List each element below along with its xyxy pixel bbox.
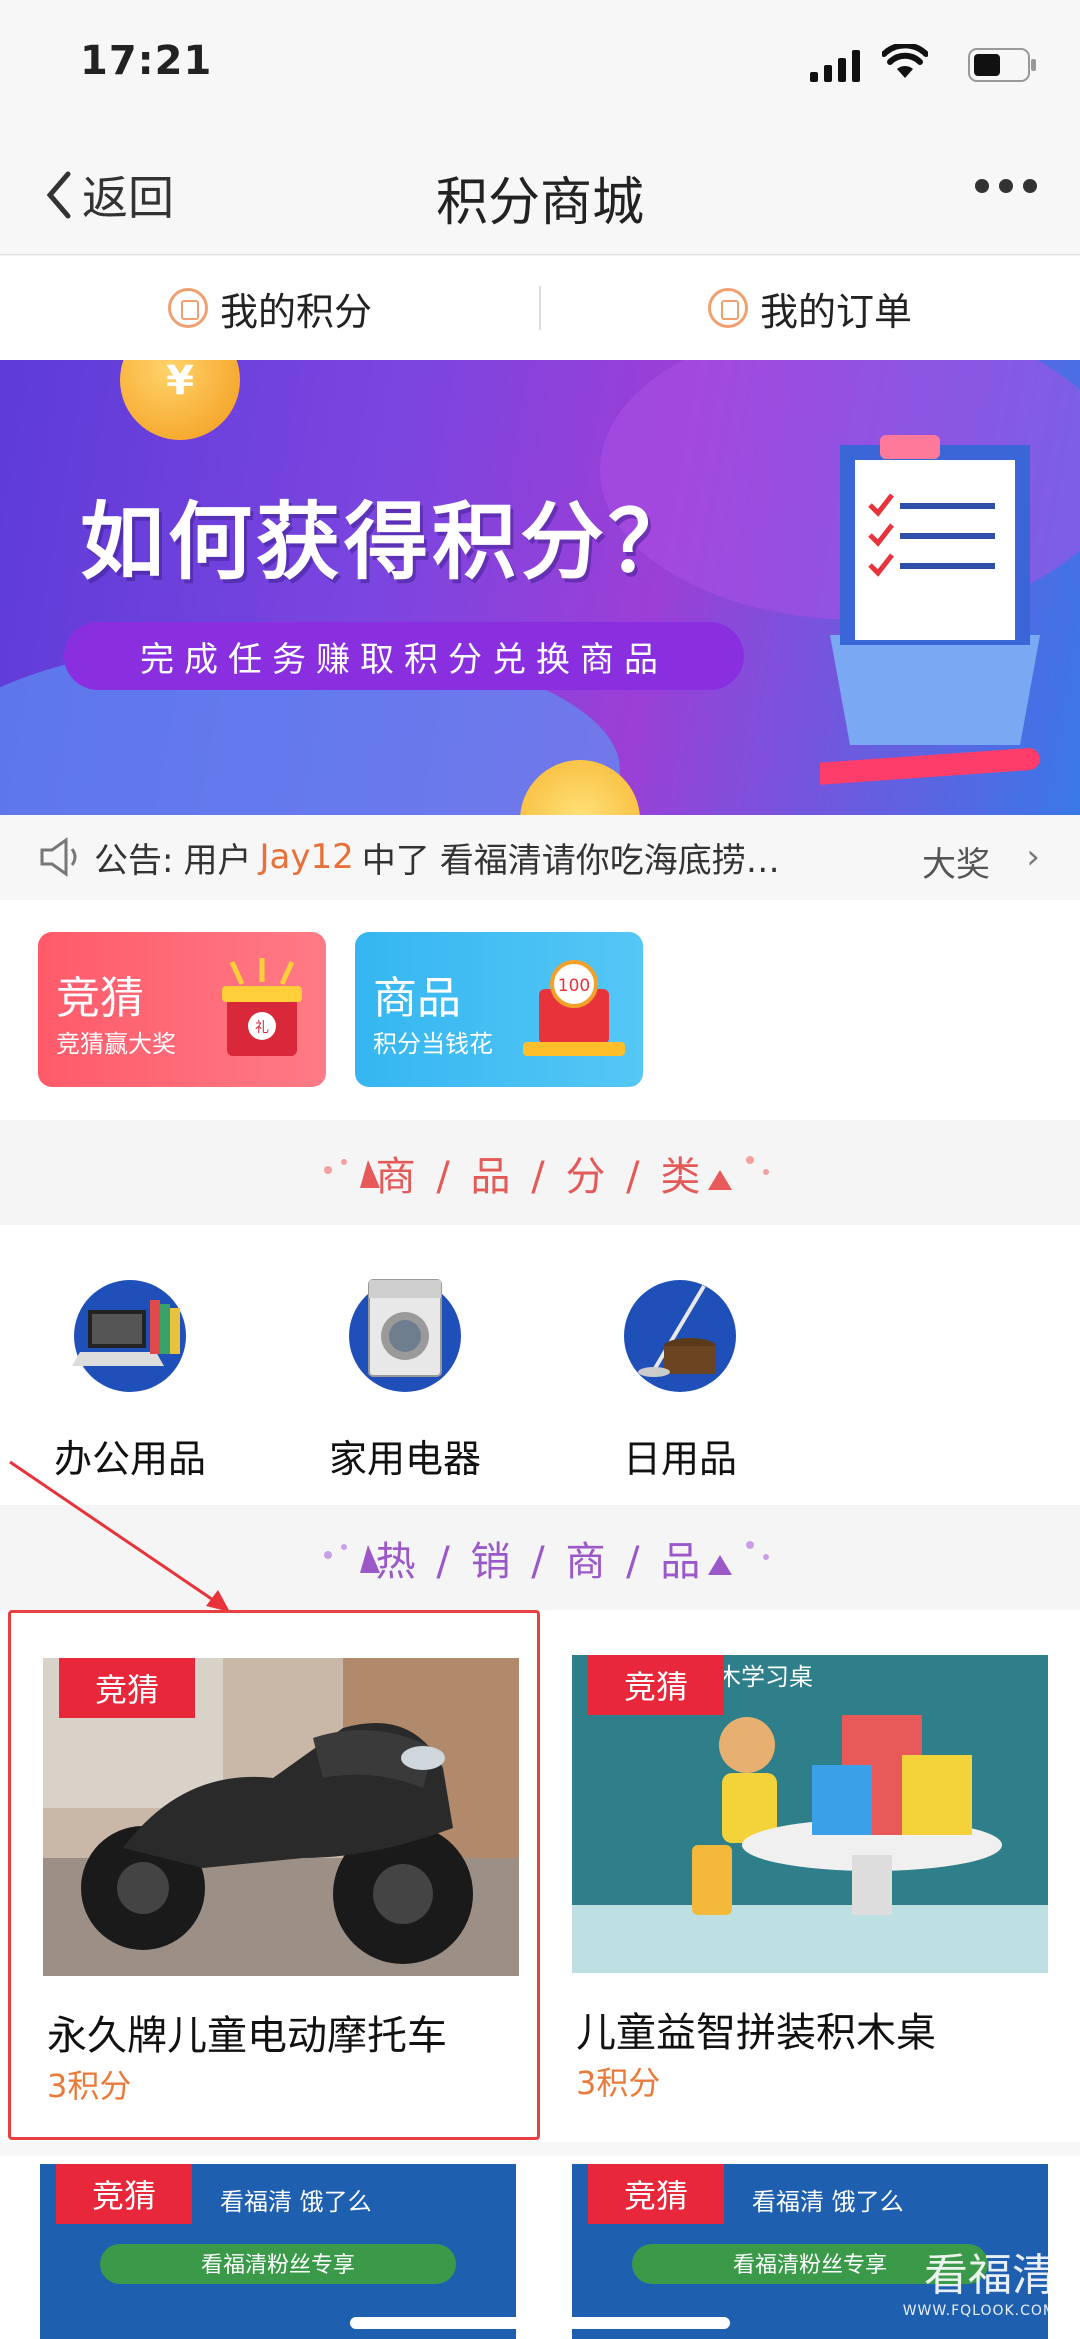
section-title-text: 热 / 销 / 商 / 品	[375, 1538, 705, 1585]
status-bar: 17:21	[0, 0, 1080, 140]
banner-headline: 如何获得积分？	[80, 493, 697, 591]
category-item-office[interactable]: 办公用品	[10, 1280, 250, 1483]
speaker-icon	[40, 837, 77, 877]
notice-username: Jay12	[259, 837, 354, 877]
office-supplies-icon	[72, 1280, 186, 1392]
watermark-brand: 看福清	[924, 2250, 1056, 2301]
decor-icon	[324, 1544, 380, 1573]
decor-icon	[324, 1159, 380, 1188]
category-label: 日用品	[622, 1437, 737, 1481]
product-name: 儿童益智拼装积木桌	[576, 2010, 936, 2056]
section-title-text: 商 / 品 / 分 / 类	[375, 1153, 705, 1200]
cellular-signal-icon	[810, 50, 860, 82]
tab-my-orders[interactable]: 我的订单	[540, 256, 1080, 360]
watermark: 看福清 WWW.FQLOOK.COM	[903, 2239, 1056, 2319]
mop-bucket-icon	[624, 1280, 736, 1392]
notice-user-word: 用户	[183, 840, 252, 881]
tab-label: 我的积分	[219, 289, 372, 334]
notice-prize: 大奖	[922, 845, 990, 885]
product-card[interactable]: 竞猜 永久牌儿童电动摩托车 3积分	[8, 1610, 540, 2140]
svg-text:看福清 饿了么: 看福清 饿了么	[220, 2188, 372, 2216]
coin-icon: ¥	[120, 360, 240, 440]
svg-text:看福清粉丝专享: 看福清粉丝专享	[201, 2253, 355, 2278]
clipboard-illustration-icon	[820, 435, 1040, 785]
more-options-icon[interactable]	[974, 178, 1038, 194]
nav-bar: 返回 积分商城	[0, 140, 1080, 255]
watermark-url: WWW.FQLOOK.COM	[902, 2303, 1056, 2319]
guess-entry-card[interactable]: 竞猜 竞猜赢大奖 礼	[38, 932, 326, 1087]
decor-icon	[708, 1156, 769, 1190]
product-badge: 竞猜	[56, 2164, 192, 2224]
category-label: 家用电器	[328, 1437, 481, 1481]
notice-prefix: 公告:	[94, 840, 174, 881]
account-tabs: 我的积分 我的订单	[0, 256, 1080, 360]
notice-middle: 中了	[361, 840, 430, 881]
wifi-icon	[882, 44, 928, 78]
product-name: 永久牌儿童电动摩托车	[47, 2013, 447, 2059]
svg-text:100: 100	[558, 976, 590, 996]
category-item-appliances[interactable]: 家用电器	[285, 1279, 525, 1483]
washing-machine-icon	[349, 1279, 461, 1392]
category-item-daily[interactable]: 日用品	[560, 1280, 800, 1483]
product-badge: 竞猜	[588, 2164, 724, 2224]
home-indicator[interactable]	[350, 2317, 730, 2329]
coupon-icon: 100	[523, 960, 625, 1056]
annotation-arrow-icon	[9, 1460, 230, 1612]
product-points: 3积分	[47, 2067, 132, 2105]
product-grid: 竞猜 永久牌儿童电动摩托车 3积分 竞猜 木学习桌 儿童益智拼装积木桌 3积分 …	[0, 1610, 1080, 2339]
entry-title: 商品	[373, 973, 461, 1024]
notice-item: 看福清请你吃海底捞…	[439, 840, 780, 881]
svg-text:看福清 饿了么: 看福清 饿了么	[752, 2188, 904, 2216]
entry-title: 竞猜	[56, 973, 144, 1024]
svg-text:礼: 礼	[255, 1020, 269, 1036]
entry-subtitle: 积分当钱花	[373, 1030, 493, 1058]
decor-icon	[708, 1541, 769, 1575]
category-section-title: 商 / 品 / 分 / 类	[0, 1120, 1080, 1225]
status-time: 17:21	[80, 38, 213, 84]
order-list-icon	[707, 288, 748, 328]
row-divider	[0, 2142, 1080, 2156]
battery-icon	[968, 48, 1036, 82]
goods-entry-card[interactable]: 商品 积分当钱花 100	[355, 932, 643, 1087]
banner-subline: 完成任务赚取积分兑换商品	[64, 622, 744, 690]
product-badge: 竞猜	[59, 1658, 195, 1718]
tab-label: 我的订单	[759, 289, 912, 334]
product-card[interactable]: 竞猜 木学习桌 儿童益智拼装积木桌 3积分	[540, 1610, 1072, 2140]
tab-my-points[interactable]: 我的积分	[0, 256, 540, 360]
entry-subtitle: 竞猜赢大奖	[56, 1030, 176, 1058]
product-points: 3积分	[576, 2064, 661, 2102]
entry-cards: 竞猜 竞猜赢大奖 礼 商品 积分当钱花 100	[0, 900, 1080, 1120]
wallet-icon	[167, 288, 208, 328]
svg-text:看福清粉丝专享: 看福清粉丝专享	[733, 2253, 887, 2278]
chevron-right-icon: ›	[1026, 837, 1040, 877]
announcement-bar[interactable]: 公告: 用户 Jay12 中了 看福清请你吃海底捞… 大奖 ›	[0, 815, 1080, 899]
svg-text:木学习桌: 木学习桌	[717, 1663, 813, 1691]
page-title: 积分商城	[435, 173, 644, 233]
gift-box-icon: 礼	[222, 958, 302, 1056]
product-card[interactable]: 竞猜 看福清 饿了么 看福清粉丝专享	[8, 2156, 540, 2339]
product-badge: 竞猜	[588, 1655, 724, 1715]
promo-banner[interactable]: ¥ 如何获得积分？ 完成任务赚取积分兑换商品	[0, 360, 1080, 815]
